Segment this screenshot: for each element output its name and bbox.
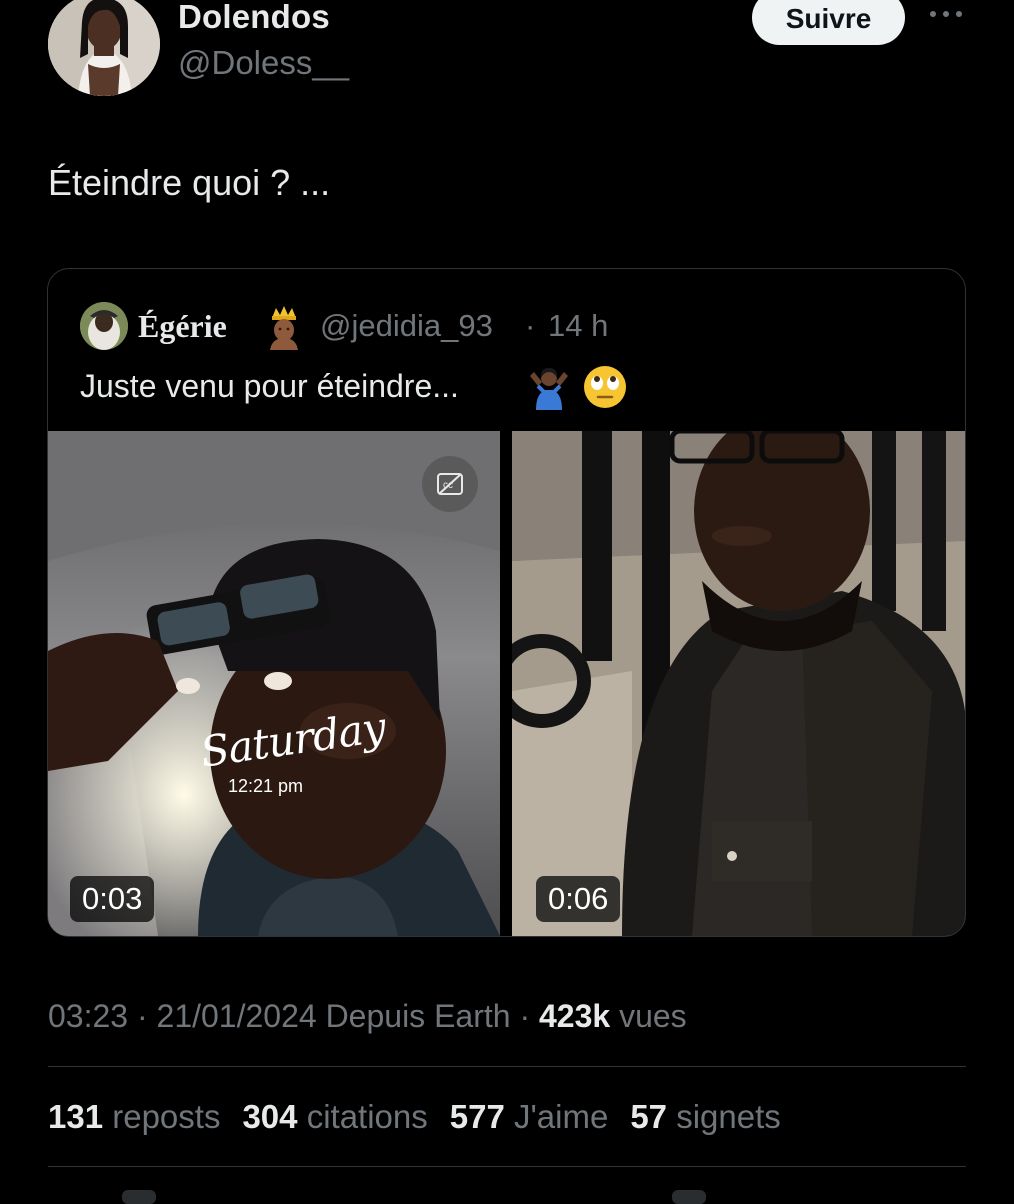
- tweet-date[interactable]: 21/01/2024: [157, 998, 317, 1034]
- divider: [48, 1066, 966, 1067]
- author-avatar[interactable]: [48, 0, 160, 96]
- bookmark-icon[interactable]: [672, 1190, 706, 1204]
- stat-value: 304: [242, 1098, 298, 1135]
- separator-dot: ·: [519, 998, 531, 1034]
- stat-label: J'aime: [513, 1098, 609, 1135]
- quoted-author-avatar[interactable]: [80, 302, 128, 350]
- view-label: vues: [619, 998, 687, 1034]
- video-duration-1: 0:03: [70, 876, 155, 922]
- stat-label: signets: [676, 1098, 781, 1135]
- quoted-tweet-text: Juste venu pour éteindre...: [80, 368, 459, 404]
- view-count: 423k: [538, 998, 611, 1034]
- stat-quotes[interactable]: 304 citations: [242, 1098, 427, 1136]
- more-horizontal-icon[interactable]: [928, 4, 964, 24]
- video-duration-2: 0:06: [536, 876, 621, 922]
- tweet-meta: 03:23 · 21/01/2024 Depuis Earth · 423k v…: [48, 998, 687, 1035]
- stat-bookmarks[interactable]: 57 signets: [630, 1098, 780, 1136]
- quoted-tweet-time[interactable]: 14 h: [548, 308, 608, 344]
- video-thumbnail-2[interactable]: [512, 431, 965, 936]
- tweet-text: Éteindre quoi ? ...: [48, 162, 331, 203]
- stat-likes[interactable]: 577 J'aime: [450, 1098, 609, 1136]
- separator-dot: ·: [525, 308, 536, 343]
- author-display-name[interactable]: Dolendos: [178, 0, 330, 36]
- reply-icon[interactable]: [122, 1190, 156, 1204]
- follow-button[interactable]: Suivre: [752, 0, 905, 45]
- stat-value: 57: [630, 1098, 668, 1135]
- crown-person-emoji: [270, 306, 298, 350]
- tweet-source: Depuis Earth: [325, 998, 511, 1034]
- quoted-author-handle[interactable]: @jedidia_93: [320, 308, 493, 344]
- quoted-author-name[interactable]: Égérie: [138, 308, 227, 345]
- captions-icon[interactable]: cc: [422, 456, 478, 512]
- video-thumbnail-1[interactable]: [48, 431, 500, 936]
- tweet-time[interactable]: 03:23: [48, 998, 128, 1034]
- divider: [48, 1166, 966, 1167]
- stat-value: 131: [48, 1098, 104, 1135]
- video-sticker-time: 12:21 pm: [228, 776, 304, 796]
- eye-roll-emoji: [584, 366, 626, 408]
- separator-dot: ·: [136, 998, 148, 1034]
- shrug-emoji: [530, 368, 568, 410]
- stat-value: 577: [449, 1098, 505, 1135]
- stat-label: citations: [306, 1098, 428, 1135]
- stat-reposts[interactable]: 131 reposts: [48, 1098, 220, 1136]
- engagement-stats: 131 reposts 304 citations 577 J'aime 57 …: [48, 1098, 803, 1136]
- stat-label: reposts: [112, 1098, 221, 1135]
- author-handle[interactable]: @Doless__: [178, 44, 349, 82]
